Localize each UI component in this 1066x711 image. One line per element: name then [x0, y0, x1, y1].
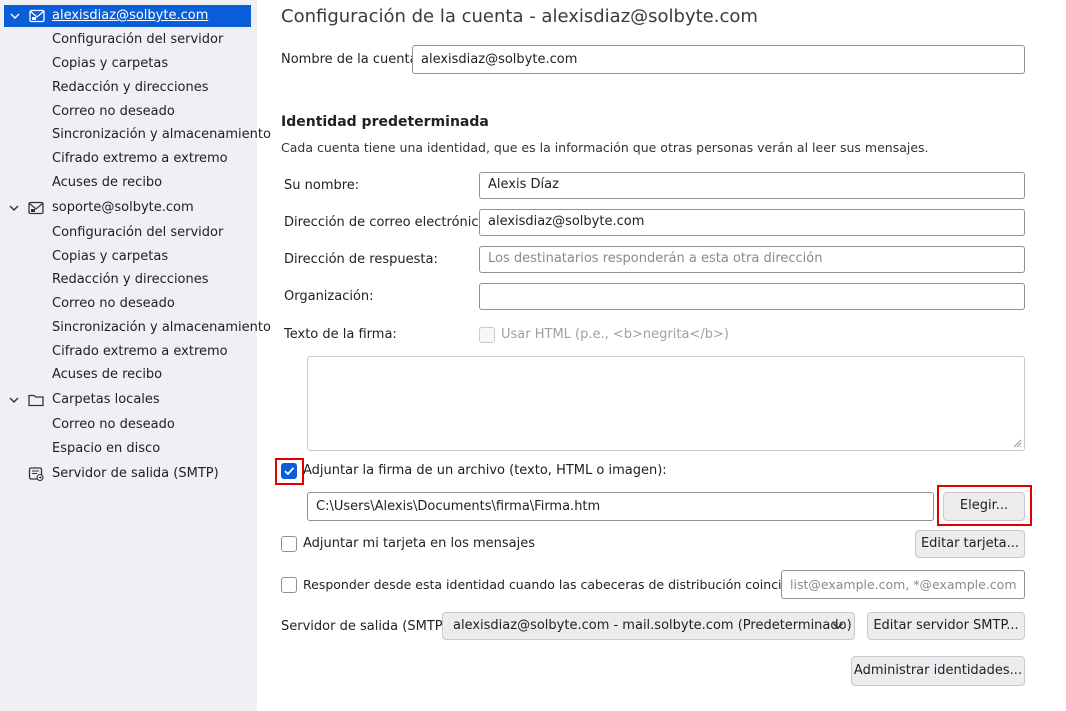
- use-html-label: Usar HTML (p.e., <b>negrita</b>): [501, 327, 729, 342]
- resize-grip-icon[interactable]: [1012, 438, 1022, 448]
- chevron-down-icon[interactable]: [8, 9, 22, 23]
- account-settings-pane: Configuración de la cuenta - alexisdiaz@…: [257, 0, 1066, 711]
- sidebar-item-server-settings[interactable]: Configuración del servidor: [0, 222, 257, 244]
- edit-smtp-server-button[interactable]: Editar servidor SMTP...: [867, 612, 1025, 640]
- sidebar-item-label: Acuses de recibo: [52, 175, 163, 190]
- sidebar-item-label: Acuses de recibo: [52, 367, 163, 382]
- sidebar-item-label: Copias y carpetas: [52, 56, 169, 71]
- outgoing-server-icon: [28, 467, 44, 481]
- sidebar-item-junk[interactable]: Correo no deseado: [0, 414, 257, 436]
- checkmark-icon: [284, 467, 295, 476]
- sidebar-item-sync[interactable]: Sincronización y almacenamiento: [0, 124, 271, 146]
- smtp-label: Servidor de salida (SMTP):: [281, 619, 453, 634]
- sidebar-item-server-settings[interactable]: Configuración del servidor: [0, 29, 257, 51]
- signature-file-path-input[interactable]: C:\Users\Alexis\Documents\firma\Firma.ht…: [307, 492, 934, 521]
- attach-vcard-label: Adjuntar mi tarjeta en los mensajes: [303, 536, 536, 551]
- reply-to-input[interactable]: Los destinatarios responderán a esta otr…: [479, 246, 1025, 273]
- sidebar-item-copies-folders[interactable]: Copias y carpetas: [0, 53, 257, 75]
- sidebar-item-label: Redacción y direcciones: [52, 80, 209, 95]
- choose-file-button[interactable]: Elegir...: [943, 492, 1025, 521]
- sidebar-item-label: Correo no deseado: [52, 104, 175, 119]
- account-name-input[interactable]: alexisdiaz@solbyte.com: [412, 45, 1025, 74]
- identity-heading: Identidad predeterminada: [281, 114, 489, 130]
- attach-signature-checkbox[interactable]: [281, 463, 297, 479]
- page-title: Configuración de la cuenta - alexisdiaz@…: [281, 6, 758, 27]
- chevron-down-icon[interactable]: [7, 201, 21, 215]
- attach-signature-label: Adjuntar la firma de un archivo (texto, …: [303, 463, 667, 478]
- chevron-down-icon[interactable]: [7, 393, 21, 407]
- reply-to-label: Dirección de respuesta:: [284, 252, 438, 267]
- sidebar-item-label: Cifrado extremo a extremo: [52, 344, 228, 359]
- sidebar-item-sync[interactable]: Sincronización y almacenamiento: [0, 317, 271, 339]
- mail-account-icon: [29, 9, 45, 23]
- sidebar-item-label: Servidor de salida (SMTP): [52, 466, 219, 481]
- sidebar-item-label: Configuración del servidor: [52, 225, 224, 240]
- sidebar-item-receipts[interactable]: Acuses de recibo: [0, 364, 257, 386]
- sidebar-item-composition[interactable]: Redacción y direcciones: [0, 77, 257, 99]
- use-html-checkbox[interactable]: [479, 327, 495, 343]
- account-tree-sidebar: alexisdiaz@solbyte.com Configuración del…: [0, 0, 271, 711]
- identity-description: Cada cuenta tiene una identidad, que es …: [281, 140, 929, 155]
- attach-vcard-checkbox[interactable]: [281, 536, 297, 552]
- edit-card-button[interactable]: Editar tarjeta...: [915, 530, 1025, 558]
- reply-from-identity-checkbox[interactable]: [281, 577, 297, 593]
- your-name-input[interactable]: Alexis Díaz: [479, 172, 1025, 199]
- sidebar-item-label: Correo no deseado: [52, 417, 175, 432]
- your-name-label: Su nombre:: [284, 178, 360, 193]
- mail-account-icon: [28, 201, 44, 215]
- sidebar-item-disk-space[interactable]: Espacio en disco: [0, 438, 257, 460]
- sidebar-item-label: Sincronización y almacenamiento: [52, 127, 271, 142]
- account-label: Carpetas locales: [52, 392, 160, 407]
- account-label: soporte@solbyte.com: [52, 200, 194, 215]
- sidebar-item-label: Redacción y direcciones: [52, 272, 209, 287]
- chevron-down-icon: [832, 622, 844, 630]
- account-row-soporte[interactable]: soporte@solbyte.com: [0, 197, 257, 219]
- reply-from-headers-input[interactable]: list@example.com, *@example.com: [781, 570, 1025, 599]
- smtp-selected-value: alexisdiaz@solbyte.com - mail.solbyte.co…: [453, 618, 852, 633]
- account-row-alexisdiaz[interactable]: alexisdiaz@solbyte.com: [4, 5, 251, 27]
- sidebar-item-junk[interactable]: Correo no deseado: [0, 293, 257, 315]
- account-label: alexisdiaz@solbyte.com: [52, 8, 209, 23]
- sidebar-item-label: Cifrado extremo a extremo: [52, 151, 228, 166]
- sidebar-item-copies-folders[interactable]: Copias y carpetas: [0, 246, 257, 268]
- manage-identities-button[interactable]: Administrar identidades...: [851, 656, 1025, 686]
- sidebar-item-junk[interactable]: Correo no deseado: [0, 101, 257, 123]
- sidebar-item-label: Sincronización y almacenamiento: [52, 320, 271, 335]
- account-row-local-folders[interactable]: Carpetas locales: [0, 389, 257, 411]
- sidebar-item-label: Configuración del servidor: [52, 32, 224, 47]
- sidebar-item-label: Espacio en disco: [52, 441, 161, 456]
- reply-from-identity-label: Responder desde esta identidad cuando la…: [303, 577, 810, 592]
- sidebar-item-receipts[interactable]: Acuses de recibo: [0, 172, 257, 194]
- sidebar-item-label: Correo no deseado: [52, 296, 175, 311]
- sidebar-item-smtp[interactable]: Servidor de salida (SMTP): [0, 463, 257, 485]
- folder-icon: [28, 394, 44, 407]
- signature-textarea[interactable]: [307, 356, 1025, 451]
- signature-text-label: Texto de la firma:: [284, 327, 397, 342]
- sidebar-item-composition[interactable]: Redacción y direcciones: [0, 269, 257, 291]
- account-name-label: Nombre de la cuenta:: [281, 52, 422, 67]
- organization-input[interactable]: [479, 283, 1025, 310]
- sidebar-item-e2e[interactable]: Cifrado extremo a extremo: [0, 341, 257, 363]
- sidebar-item-label: Copias y carpetas: [52, 249, 169, 264]
- email-input[interactable]: alexisdiaz@solbyte.com: [479, 209, 1025, 236]
- email-label: Dirección de correo electrónico:: [284, 215, 491, 230]
- sidebar-item-e2e[interactable]: Cifrado extremo a extremo: [0, 148, 257, 170]
- smtp-server-select[interactable]: alexisdiaz@solbyte.com - mail.solbyte.co…: [442, 612, 855, 640]
- organization-label: Organización:: [284, 289, 374, 304]
